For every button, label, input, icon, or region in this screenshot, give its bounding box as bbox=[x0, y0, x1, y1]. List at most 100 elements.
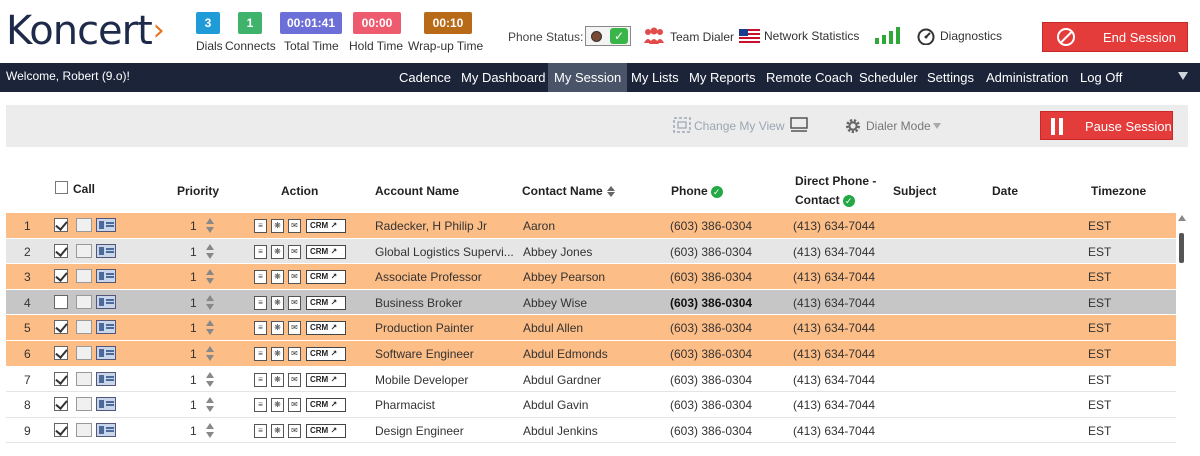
nav-log-off[interactable]: Log Off bbox=[1074, 63, 1128, 92]
row-phone[interactable]: (603) 386-0304 bbox=[670, 219, 752, 233]
crm-link-button[interactable]: CRM ↗ bbox=[306, 346, 346, 361]
notes-icon[interactable]: ≡ bbox=[254, 219, 267, 233]
notes-icon[interactable]: ≡ bbox=[254, 423, 267, 438]
crm-link-button[interactable]: CRM ↗ bbox=[306, 295, 346, 310]
row-phone[interactable]: (603) 386-0304 bbox=[670, 424, 752, 438]
contact-card-icon[interactable] bbox=[96, 422, 116, 437]
contact-card-icon[interactable] bbox=[96, 397, 116, 412]
table-scrollbar[interactable] bbox=[1176, 213, 1188, 445]
table-row[interactable]: 1 1 ≡ ❋ ✉ CRM ↗ Radecker, H Philip Jr Aaron (603… bbox=[6, 213, 1176, 239]
table-row[interactable]: 6 1 ≡ ❋ ✉ CRM ↗ Software Engineer Abdul Edmonds… bbox=[6, 340, 1176, 367]
diagnostics-link[interactable]: Diagnostics bbox=[917, 26, 1007, 48]
notes-icon[interactable]: ≡ bbox=[254, 244, 267, 259]
row-call-checkbox[interactable] bbox=[54, 422, 68, 437]
crm-link-button[interactable]: CRM ↗ bbox=[306, 398, 346, 413]
notes-icon[interactable]: ≡ bbox=[254, 346, 267, 361]
contact-card-icon[interactable] bbox=[96, 269, 116, 284]
table-row[interactable]: 2 1 ≡ ❋ ✉ CRM ↗ Global Logistics Supervi... Abb… bbox=[6, 238, 1176, 265]
email-icon[interactable]: ✉ bbox=[288, 270, 301, 285]
row-contact-name[interactable]: Aaron bbox=[523, 219, 555, 233]
priority-stepper-icon[interactable] bbox=[206, 371, 214, 388]
row-contact-name[interactable]: Abbey Pearson bbox=[523, 270, 605, 284]
notes-icon[interactable]: ≡ bbox=[254, 398, 267, 413]
nav-my-lists[interactable]: My Lists bbox=[625, 63, 685, 92]
calendar-icon[interactable]: ❋ bbox=[271, 270, 284, 285]
row-phone[interactable]: (603) 386-0304 bbox=[670, 321, 752, 335]
row-direct-phone[interactable]: (413) 634-7044 bbox=[793, 424, 875, 438]
column-account-name[interactable]: Account Name bbox=[375, 184, 459, 198]
priority-stepper-icon[interactable] bbox=[206, 397, 214, 413]
calendar-icon[interactable]: ❋ bbox=[271, 295, 284, 310]
calendar-icon[interactable]: ❋ bbox=[271, 372, 284, 387]
row-contact-name[interactable]: Abdul Edmonds bbox=[523, 347, 608, 361]
team-dialer-link[interactable]: Team Dialer bbox=[643, 26, 735, 48]
email-icon[interactable]: ✉ bbox=[288, 423, 301, 438]
nav-scheduler[interactable]: Scheduler bbox=[853, 63, 924, 92]
calendar-icon[interactable]: ❋ bbox=[271, 244, 284, 259]
row-note-icon[interactable] bbox=[76, 269, 92, 284]
row-call-checkbox[interactable] bbox=[54, 371, 68, 386]
priority-stepper-icon[interactable] bbox=[206, 218, 214, 234]
crm-link-button[interactable]: CRM ↗ bbox=[306, 219, 346, 233]
crm-link-button[interactable]: CRM ↗ bbox=[306, 423, 346, 438]
calendar-icon[interactable]: ❋ bbox=[271, 321, 284, 336]
notes-icon[interactable]: ≡ bbox=[254, 321, 267, 336]
contact-card-icon[interactable] bbox=[96, 371, 116, 386]
priority-stepper-icon[interactable] bbox=[206, 269, 214, 285]
row-contact-name[interactable]: Abdul Allen bbox=[523, 321, 583, 335]
priority-stepper-icon[interactable] bbox=[206, 294, 214, 311]
dialer-mode-dropdown[interactable]: Dialer Mode bbox=[866, 119, 931, 133]
column-timezone[interactable]: Timezone bbox=[1091, 184, 1146, 198]
change-my-view-button[interactable]: Change My View bbox=[694, 119, 785, 133]
notes-icon[interactable]: ≡ bbox=[254, 295, 267, 310]
row-note-icon[interactable] bbox=[76, 397, 92, 412]
priority-stepper-icon[interactable] bbox=[206, 243, 214, 260]
calendar-icon[interactable]: ❋ bbox=[271, 423, 284, 438]
email-icon[interactable]: ✉ bbox=[288, 321, 301, 336]
nav-settings[interactable]: Settings bbox=[921, 63, 980, 92]
nav-cadence[interactable]: Cadence bbox=[393, 63, 457, 92]
crm-link-button[interactable]: CRM ↗ bbox=[306, 321, 346, 336]
column-subject[interactable]: Subject bbox=[893, 184, 936, 198]
row-call-checkbox[interactable] bbox=[54, 269, 68, 284]
column-direct-phone-contact[interactable]: Contact ✓ bbox=[795, 193, 855, 207]
select-all-checkbox[interactable] bbox=[55, 181, 68, 194]
row-call-checkbox[interactable] bbox=[54, 294, 68, 309]
nav-dropdown-icon[interactable] bbox=[1178, 72, 1188, 80]
email-icon[interactable]: ✉ bbox=[288, 398, 301, 413]
crm-link-button[interactable]: CRM ↗ bbox=[306, 244, 346, 259]
contact-card-icon[interactable] bbox=[96, 243, 116, 258]
row-note-icon[interactable] bbox=[76, 294, 92, 309]
network-statistics-link[interactable]: Network Statistics bbox=[739, 26, 864, 48]
contact-card-icon[interactable] bbox=[96, 218, 116, 232]
row-call-checkbox[interactable] bbox=[54, 397, 68, 412]
column-priority[interactable]: Priority bbox=[177, 184, 219, 198]
monitor-icon[interactable] bbox=[790, 117, 808, 133]
row-direct-phone[interactable]: (413) 634-7044 bbox=[793, 398, 875, 412]
crm-link-button[interactable]: CRM ↗ bbox=[306, 270, 346, 285]
priority-stepper-icon[interactable] bbox=[206, 422, 214, 439]
crm-link-button[interactable]: CRM ↗ bbox=[306, 372, 346, 387]
email-icon[interactable]: ✉ bbox=[288, 346, 301, 361]
row-phone[interactable]: (603) 386-0304 bbox=[670, 270, 752, 284]
email-icon[interactable]: ✉ bbox=[288, 219, 301, 233]
row-direct-phone[interactable]: (413) 634-7044 bbox=[793, 296, 875, 310]
row-phone[interactable]: (603) 386-0304 bbox=[670, 373, 752, 387]
row-call-checkbox[interactable] bbox=[54, 218, 68, 232]
table-row[interactable]: 7 1 ≡ ❋ ✉ CRM ↗ Mobile Developer Abdul Gardner (… bbox=[6, 366, 1176, 393]
table-row[interactable]: 3 1 ≡ ❋ ✉ CRM ↗ Associate Professor Abbey Pears… bbox=[6, 264, 1176, 290]
phone-status-indicator[interactable]: ✓ bbox=[585, 26, 631, 46]
row-direct-phone[interactable]: (413) 634-7044 bbox=[793, 270, 875, 284]
contact-card-icon[interactable] bbox=[96, 345, 116, 360]
calendar-icon[interactable]: ❋ bbox=[271, 219, 284, 233]
priority-stepper-icon[interactable] bbox=[206, 320, 214, 336]
row-phone[interactable]: (603) 386-0304 bbox=[670, 347, 752, 361]
row-note-icon[interactable] bbox=[76, 422, 92, 437]
nav-remote-coach[interactable]: Remote Coach bbox=[760, 63, 859, 92]
row-phone[interactable]: (603) 386-0304 bbox=[670, 245, 752, 259]
row-note-icon[interactable] bbox=[76, 371, 92, 386]
table-row[interactable]: 9 1 ≡ ❋ ✉ CRM ↗ Design Engineer Abdul Jenkins (6… bbox=[6, 417, 1176, 444]
email-icon[interactable]: ✉ bbox=[288, 244, 301, 259]
row-contact-name[interactable]: Abdul Gardner bbox=[523, 373, 601, 387]
nav-my-dashboard[interactable]: My Dashboard bbox=[455, 63, 552, 92]
